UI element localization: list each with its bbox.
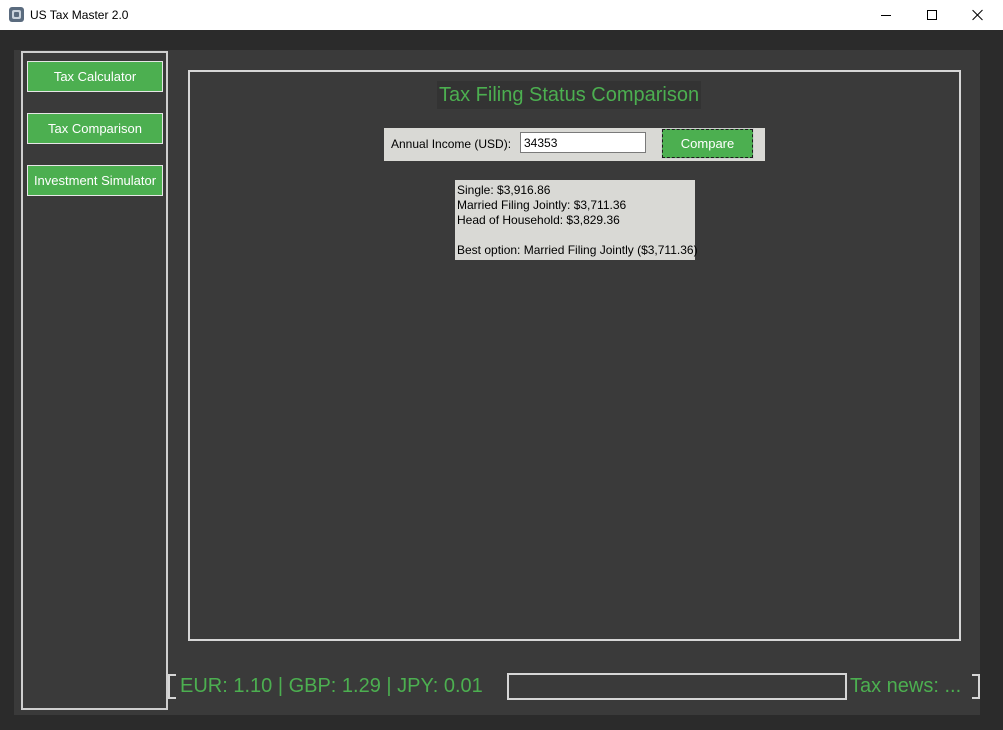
income-label: Annual Income (USD):: [391, 137, 512, 151]
tax-news: Tax news: ...: [850, 675, 962, 697]
investment-simulator-button[interactable]: Investment Simulator: [27, 165, 163, 196]
maximize-button[interactable]: [909, 0, 955, 30]
news-ticker: [507, 673, 847, 700]
status-bracket-left: [168, 674, 176, 699]
close-button[interactable]: [955, 0, 1001, 30]
compare-button[interactable]: Compare: [661, 128, 754, 159]
main-frame: Tax Filing Status Comparison Annual Inco…: [188, 70, 961, 641]
tax-comparison-button[interactable]: Tax Comparison: [27, 113, 163, 144]
title-bar: US Tax Master 2.0: [0, 0, 1003, 30]
status-bar: EUR: 1.10 | GBP: 1.29 | JPY: 0.01 Tax ne…: [168, 672, 981, 700]
app-window: US Tax Master 2.0 Tax Calculator Tax Com…: [0, 0, 1003, 730]
close-icon: [972, 9, 984, 21]
currency-rates: EUR: 1.10 | GBP: 1.29 | JPY: 0.01: [180, 675, 483, 697]
app-logo-icon: [9, 7, 24, 22]
window-title: US Tax Master 2.0: [30, 8, 129, 22]
results-panel: Single: $3,916.86 Married Filing Jointly…: [455, 180, 698, 260]
status-bracket-right: [972, 674, 980, 699]
minimize-icon: [881, 14, 891, 16]
page-title: Tax Filing Status Comparison: [437, 81, 702, 109]
minimize-button[interactable]: [863, 0, 909, 30]
result-head-of-household: Head of Household: $3,829.36: [457, 213, 620, 227]
maximize-icon: [927, 10, 937, 20]
income-input[interactable]: [520, 132, 646, 153]
result-spacer: [457, 228, 695, 243]
result-single: Single: $3,916.86: [457, 183, 551, 197]
result-best-option: Best option: Married Filing Jointly ($3,…: [457, 243, 698, 257]
sidebar: Tax Calculator Tax Comparison Investment…: [21, 51, 168, 710]
income-input-row: Annual Income (USD): Compare: [384, 128, 765, 161]
tax-calculator-button[interactable]: Tax Calculator: [27, 61, 163, 92]
result-married-jointly: Married Filing Jointly: $3,711.36: [457, 198, 627, 212]
